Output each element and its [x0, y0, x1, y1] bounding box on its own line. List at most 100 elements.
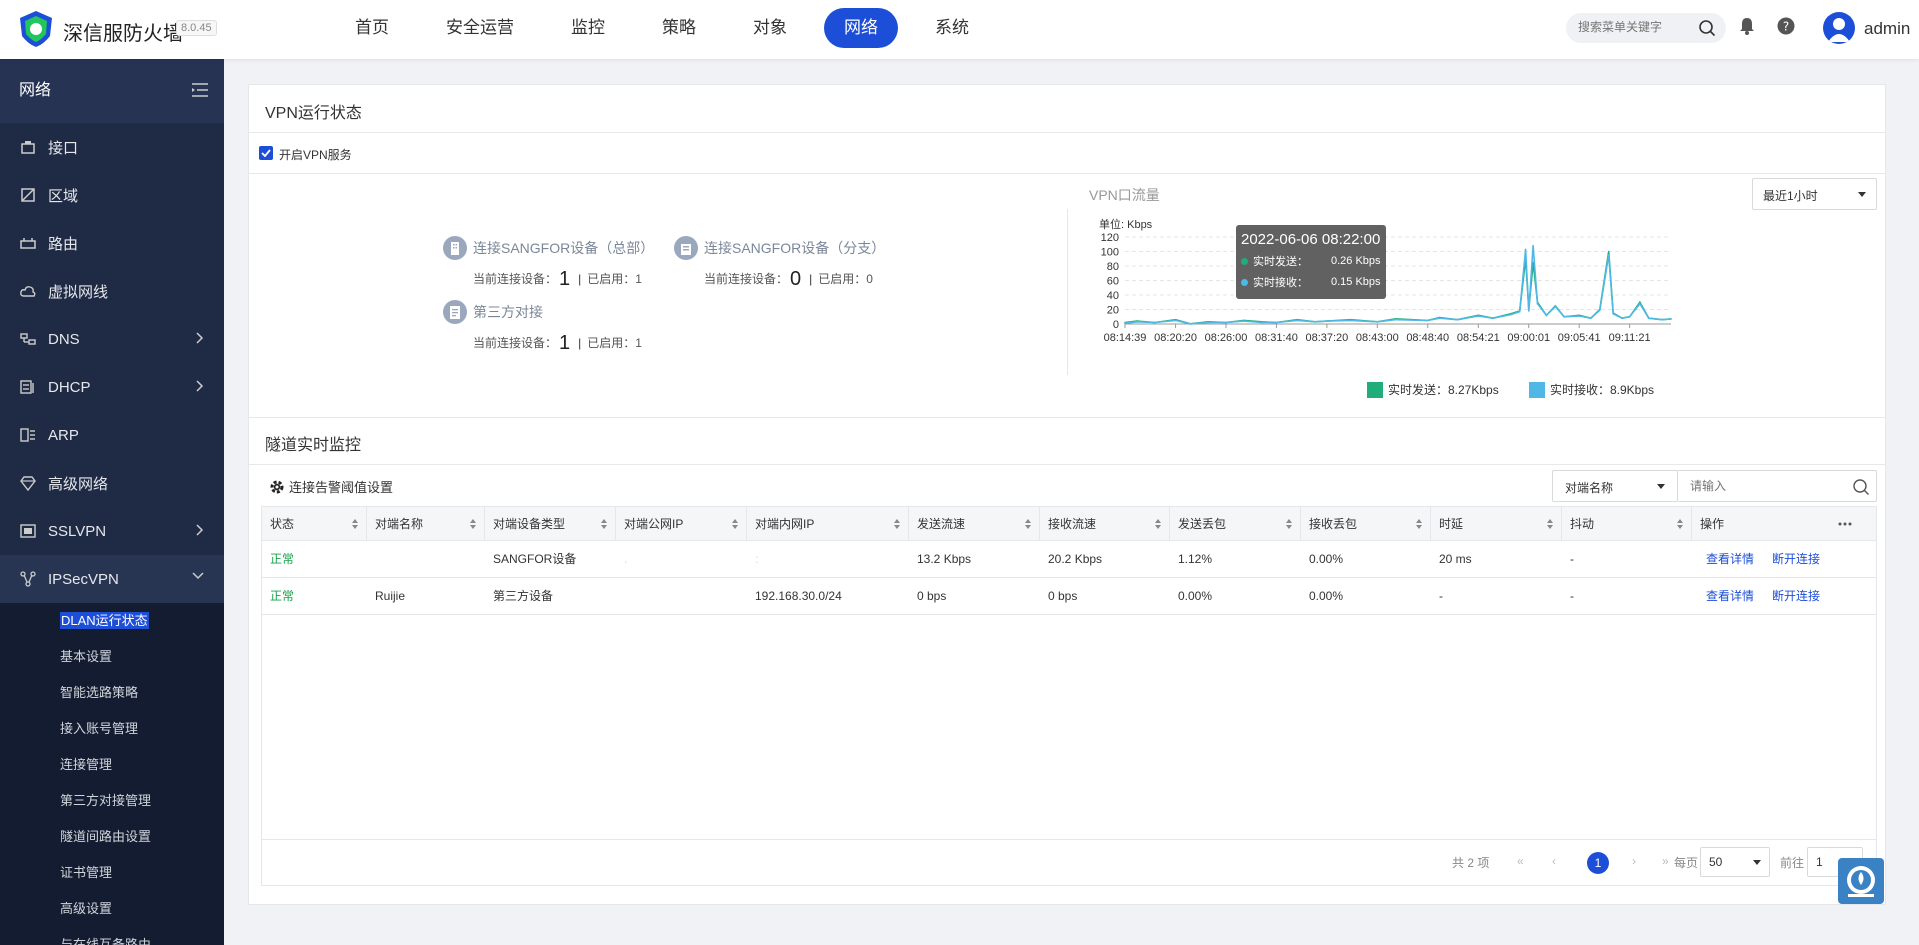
column-header-peer-name[interactable]: 对端名称 — [367, 507, 485, 541]
support-assistant-button[interactable] — [1838, 858, 1884, 904]
sidebar-item-zone[interactable]: 区域 — [0, 171, 224, 219]
sidebar-item-ipsecvpn[interactable]: IPSecVPN — [0, 555, 224, 603]
branch-stat-title: 连接SANGFOR设备（分支） — [674, 236, 885, 260]
actions-cell: 查看详情 断开连接 — [1692, 578, 1858, 615]
third-party-stat: 第三方对接 当前连接设备： 1 | 已启用：1 — [443, 300, 642, 355]
current-page-button[interactable]: 1 — [1587, 852, 1609, 874]
column-label: 抖动 — [1570, 517, 1595, 531]
sidebar-item-route[interactable]: 路由 — [0, 219, 224, 267]
data-point — [1612, 313, 1614, 315]
data-point — [1536, 302, 1539, 305]
submenu-dlan-status[interactable]: DLAN运行状态 — [0, 603, 224, 639]
column-header-recv-loss[interactable]: 接收丢包 — [1301, 507, 1431, 541]
help-icon[interactable]: ? — [1777, 17, 1795, 35]
sidebar-item-dhcp[interactable]: DHCP — [0, 363, 224, 411]
column-header-send-rate[interactable]: 发送流速 — [909, 507, 1040, 541]
submenu-account-management[interactable]: 接入账号管理 — [0, 711, 224, 747]
arp-icon — [20, 428, 35, 442]
column-header-latency[interactable]: 时延 — [1431, 507, 1562, 541]
branch-enabled-count: 0 — [866, 272, 873, 286]
next-page-button[interactable]: › — [1632, 854, 1636, 868]
data-point — [1545, 314, 1548, 317]
column-header-jitter[interactable]: 抖动 — [1562, 507, 1692, 541]
submenu-basic-settings[interactable]: 基本设置 — [0, 639, 224, 675]
nav-system[interactable]: 系统 — [915, 8, 989, 48]
nav-monitor[interactable]: 监控 — [551, 8, 625, 48]
data-point — [1628, 316, 1631, 318]
alarm-threshold-settings-button[interactable]: 连接告警阈值设置 — [269, 477, 393, 496]
sidebar-item-sslvpn[interactable]: SSLVPN — [0, 507, 224, 555]
legend-send[interactable]: 实时发送：8.27Kbps — [1367, 381, 1499, 398]
send-rate-cell: 0 bps — [917, 589, 947, 603]
filter-input[interactable] — [1690, 479, 1840, 493]
filter-field-select[interactable]: 对端名称 — [1552, 470, 1678, 502]
prev-page-button[interactable]: ‹ — [1552, 854, 1556, 868]
data-point — [1554, 305, 1557, 308]
collapse-menu-icon[interactable] — [192, 83, 208, 97]
view-details-link[interactable]: 查看详情 — [1706, 552, 1754, 566]
enabled-label: 已启用： — [587, 336, 636, 350]
disconnect-link[interactable]: 断开连接 — [1772, 589, 1820, 603]
per-page-value: 50 — [1709, 855, 1723, 869]
submenu-tunnel-routing[interactable]: 隧道间路由设置 — [0, 819, 224, 855]
view-details-link[interactable]: 查看详情 — [1706, 589, 1754, 603]
branch-building-icon — [674, 236, 698, 260]
column-header-send-loss[interactable]: 发送丢包 — [1170, 507, 1301, 541]
table-row[interactable]: 正常 SANGFOR设备 . : 13.2 Kbps 20.2 Kbps 1.1… — [262, 541, 1876, 578]
data-point — [1314, 321, 1316, 323]
legend-recv[interactable]: 实时接收：8.9Kbps — [1529, 381, 1654, 398]
column-header-status[interactable]: 状态 — [262, 507, 367, 541]
disconnect-link[interactable]: 断开连接 — [1772, 552, 1820, 566]
submenu-smart-routing[interactable]: 智能选路策略 — [0, 675, 224, 711]
data-point — [1524, 248, 1527, 251]
divider — [249, 132, 1885, 133]
x-tick-label: 08:43:00 — [1356, 332, 1399, 344]
nav-policy[interactable]: 策略 — [642, 8, 716, 48]
chevron-down-icon — [192, 572, 204, 580]
data-point — [1154, 321, 1156, 324]
sidebar-item-dns[interactable]: DNS — [0, 315, 224, 363]
third-current-count: 1 — [559, 332, 571, 354]
search-icon[interactable] — [1698, 19, 1716, 37]
first-page-button[interactable]: « — [1517, 854, 1524, 868]
sidebar-item-virtual-wire[interactable]: 虚拟网线 — [0, 267, 224, 315]
legend-recv-label: 实时接收：8.9Kbps — [1550, 383, 1655, 397]
nav-object[interactable]: 对象 — [733, 8, 807, 48]
per-page-label: 每页 — [1674, 856, 1699, 870]
column-header-device-type[interactable]: 对端设备类型 — [485, 507, 616, 541]
nav-security-ops[interactable]: 安全运营 — [426, 8, 534, 48]
last-page-button[interactable]: » — [1662, 854, 1669, 868]
cloud-icon — [20, 286, 36, 297]
data-point — [1243, 320, 1245, 322]
submenu-label: 智能选路策略 — [60, 685, 139, 700]
username[interactable]: admin — [1864, 19, 1910, 39]
more-columns-icon[interactable] — [1838, 522, 1852, 526]
submenu-advanced-settings[interactable]: 高级设置 — [0, 891, 224, 927]
sidebar-item-advanced-network[interactable]: 高级网络 — [0, 459, 224, 507]
submenu-online-backup-route[interactable]: 与在线互备路由 — [0, 927, 224, 945]
column-header-private-ip[interactable]: 对端内网IP — [747, 507, 909, 541]
submenu-connection-management[interactable]: 连接管理 — [0, 747, 224, 783]
enabled-label: 已启用： — [818, 272, 867, 286]
avatar[interactable] — [1823, 12, 1855, 44]
table-row[interactable]: 正常 Ruijie 第三方设备 192.168.30.0/24 0 bps 0 … — [262, 578, 1876, 615]
bell-icon[interactable] — [1739, 17, 1755, 35]
third-stat-title: 第三方对接 — [443, 300, 642, 324]
sort-icon — [1155, 519, 1161, 529]
submenu-third-party-management[interactable]: 第三方对接管理 — [0, 783, 224, 819]
menu-search-input[interactable] — [1578, 20, 1693, 34]
nav-home[interactable]: 首页 — [335, 8, 409, 48]
submenu-certificate-management[interactable]: 证书管理 — [0, 855, 224, 891]
x-tick-label: 09:00:01 — [1507, 332, 1550, 344]
search-icon[interactable] — [1852, 478, 1870, 496]
branch-connection-stat: 连接SANGFOR设备（分支） 当前连接设备： 0 | 已启用：0 — [674, 236, 885, 291]
enable-vpn-checkbox[interactable] — [259, 146, 273, 160]
submenu-label: 接入账号管理 — [60, 721, 139, 736]
time-range-select[interactable]: 最近1小时 — [1752, 178, 1877, 210]
nav-network[interactable]: 网络 — [824, 8, 898, 48]
sidebar-item-interface[interactable]: 接口 — [0, 123, 224, 171]
per-page-select[interactable]: 50 — [1700, 847, 1770, 877]
sidebar-item-arp[interactable]: ARP — [0, 411, 224, 459]
column-header-recv-rate[interactable]: 接收流速 — [1040, 507, 1170, 541]
column-header-public-ip[interactable]: 对端公网IP — [616, 507, 747, 541]
